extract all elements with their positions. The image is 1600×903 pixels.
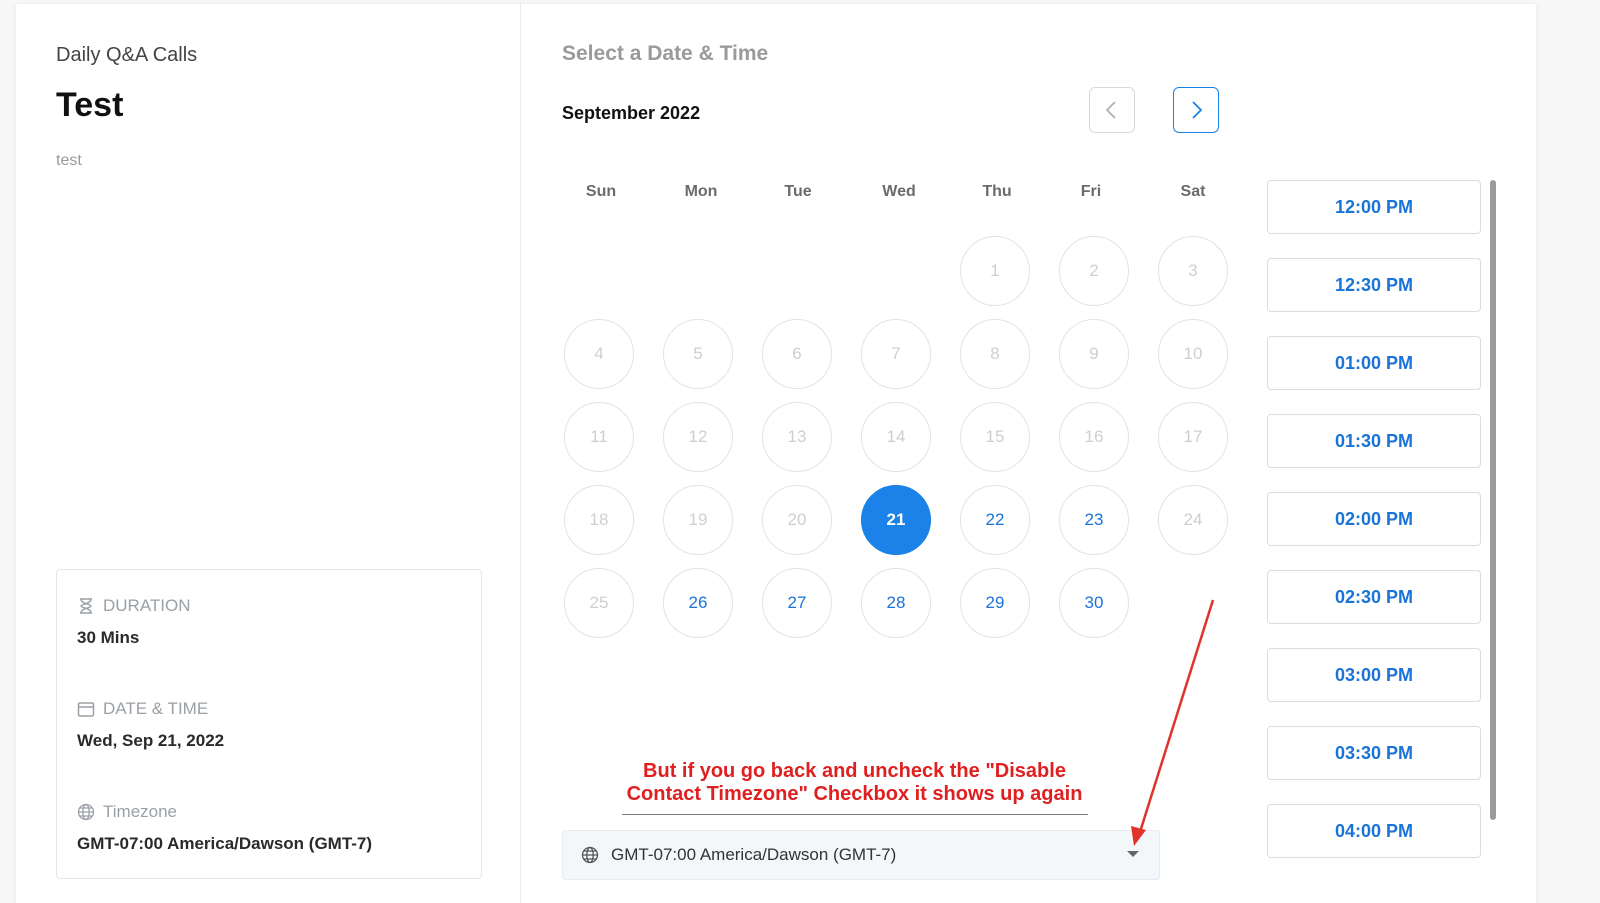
event-info-pane: Daily Q&A Calls Test test DURATION 30 Mi… — [16, 4, 521, 903]
prev-month-button[interactable] — [1089, 87, 1135, 133]
timezone-select-value: GMT-07:00 America/Dawson (GMT-7) — [611, 845, 897, 864]
annotation-callout: But if you go back and uncheck the "Disa… — [622, 760, 1087, 806]
timezone-value: GMT-07:00 America/Dawson (GMT-7) — [77, 834, 373, 853]
month-label: September 2022 — [562, 103, 701, 123]
day-23[interactable]: 23 — [1059, 485, 1129, 555]
day-12: 12 — [663, 402, 733, 472]
datetime-detail: DATE & TIME Wed, Sep 21, 2022 — [77, 699, 224, 751]
day-28[interactable]: 28 — [861, 568, 931, 638]
duration-label: DURATION — [103, 596, 191, 615]
timezone-label: Timezone — [103, 802, 178, 821]
duration-detail: DURATION 30 Mins — [77, 596, 191, 648]
day-27[interactable]: 27 — [762, 568, 832, 638]
calendar-icon — [77, 702, 95, 717]
datetime-header: DATE & TIME — [77, 699, 224, 719]
timezone-detail: Timezone GMT-07:00 America/Dawson (GMT-7… — [77, 802, 372, 854]
event-description: test — [56, 152, 82, 169]
event-group-name: Daily Q&A Calls — [56, 44, 198, 66]
day-30[interactable]: 30 — [1059, 568, 1129, 638]
day-19: 19 — [663, 485, 733, 555]
day-13: 13 — [762, 402, 832, 472]
day-14: 14 — [861, 402, 931, 472]
hourglass-icon — [80, 598, 92, 614]
timezone-select[interactable]: GMT-07:00 America/Dawson (GMT-7) — [562, 830, 1160, 880]
timezone-header: Timezone — [77, 802, 372, 822]
time-slot-scrollbar[interactable] — [1490, 180, 1496, 820]
day-18: 18 — [564, 485, 634, 555]
duration-header: DURATION — [77, 596, 191, 616]
day-15: 15 — [960, 402, 1030, 472]
time-slot-0130[interactable]: 01:30 PM — [1267, 414, 1481, 468]
annotation-line-2: Contact Timezone" Checkbox it shows up a… — [626, 783, 1083, 805]
weekday-fri: Fri — [1080, 183, 1102, 200]
globe-icon — [581, 846, 599, 864]
duration-value: 30 Mins — [77, 628, 140, 647]
day-8: 8 — [960, 319, 1030, 389]
chevron-right-icon — [1192, 101, 1203, 119]
datetime-value: Wed, Sep 21, 2022 — [77, 731, 225, 750]
annotation-line-1: But if you go back and uncheck the "Disa… — [643, 760, 1066, 782]
select-date-time-heading: Select a Date & Time — [562, 42, 769, 65]
day-6: 6 — [762, 319, 832, 389]
day-20: 20 — [762, 485, 832, 555]
day-7: 7 — [861, 319, 931, 389]
day-4: 4 — [564, 319, 634, 389]
annotation-underline — [622, 814, 1088, 815]
caret-down-icon — [1127, 851, 1139, 857]
day-10: 10 — [1158, 319, 1228, 389]
day-5: 5 — [663, 319, 733, 389]
time-slot-1230[interactable]: 12:30 PM — [1267, 258, 1481, 312]
time-slot-1200[interactable]: 12:00 PM — [1267, 180, 1481, 234]
chevron-left-icon — [1105, 101, 1116, 119]
day-26[interactable]: 26 — [663, 568, 733, 638]
next-month-button[interactable] — [1173, 87, 1219, 133]
globe-icon — [77, 803, 95, 821]
day-21-selected[interactable]: 21 — [861, 485, 931, 555]
time-slot-0400[interactable]: 04:00 PM — [1267, 804, 1481, 858]
day-11: 11 — [564, 402, 634, 472]
day-1: 1 — [960, 236, 1030, 306]
weekday-wed: Wed — [882, 183, 916, 200]
weekday-sat: Sat — [1180, 183, 1206, 200]
day-24: 24 — [1158, 485, 1228, 555]
day-3: 3 — [1158, 236, 1228, 306]
time-slot-0230[interactable]: 02:30 PM — [1267, 570, 1481, 624]
weekday-tue: Tue — [784, 183, 812, 200]
time-slot-0100[interactable]: 01:00 PM — [1267, 336, 1481, 390]
time-slot-0330[interactable]: 03:30 PM — [1267, 726, 1481, 780]
datetime-label: DATE & TIME — [103, 699, 209, 718]
day-16: 16 — [1059, 402, 1129, 472]
weekday-thu: Thu — [982, 183, 1012, 200]
day-22[interactable]: 22 — [960, 485, 1030, 555]
weekday-sun: Sun — [585, 183, 617, 200]
day-29[interactable]: 29 — [960, 568, 1030, 638]
day-25: 25 — [564, 568, 634, 638]
time-slot-0200[interactable]: 02:00 PM — [1267, 492, 1481, 546]
time-slot-0300[interactable]: 03:00 PM — [1267, 648, 1481, 702]
day-17: 17 — [1158, 402, 1228, 472]
booking-details-box: DURATION 30 Mins DATE & TIME Wed, Sep 21… — [56, 569, 482, 879]
weekday-mon: Mon — [684, 183, 718, 200]
day-9: 9 — [1059, 319, 1129, 389]
event-title: Test — [56, 86, 124, 124]
day-2: 2 — [1059, 236, 1129, 306]
